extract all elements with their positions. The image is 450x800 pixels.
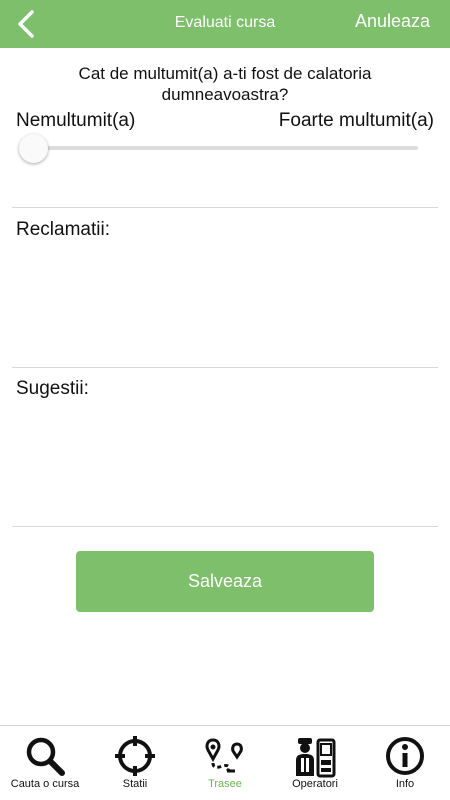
- cancel-button[interactable]: Anuleaza: [355, 11, 430, 32]
- operator-icon: [296, 738, 336, 778]
- complaints-label: Reclamatii:: [16, 219, 110, 240]
- bottom-nav: Cauta o cursa Statii Trasee Operatori In…: [0, 725, 450, 800]
- satisfaction-slider-track[interactable]: [34, 146, 418, 150]
- slider-min-label: Nemultumit(a): [16, 110, 136, 131]
- search-icon: [26, 737, 65, 776]
- crosshair-icon: [115, 736, 155, 776]
- nav-label: Trasee: [208, 778, 242, 790]
- route-icon: [205, 738, 243, 773]
- suggestions-label: Sugestii:: [16, 378, 89, 399]
- complaints-input[interactable]: [14, 247, 436, 362]
- nav-item-routes[interactable]: Trasee: [180, 726, 270, 800]
- nav-label: Operatori: [292, 778, 338, 790]
- nav-item-info[interactable]: Info: [360, 726, 450, 800]
- nav-item-operators[interactable]: Operatori: [270, 726, 360, 800]
- nav-item-stations[interactable]: Statii: [90, 726, 180, 800]
- divider: [12, 207, 438, 208]
- top-bar: Evaluati cursa Anuleaza: [0, 0, 450, 48]
- divider: [12, 367, 438, 368]
- nav-label: Info: [395, 778, 415, 790]
- nav-label: Cauta o cursa: [10, 778, 80, 790]
- info-icon: [386, 737, 424, 775]
- save-button[interactable]: Salveaza: [76, 551, 374, 612]
- divider: [12, 526, 438, 527]
- nav-item-search[interactable]: Cauta o cursa: [0, 726, 90, 800]
- suggestions-input[interactable]: [14, 406, 436, 521]
- nav-label: Statii: [122, 778, 148, 790]
- satisfaction-slider-thumb[interactable]: [19, 134, 48, 163]
- rating-question: Cat de multumit(a) a-ti fost de calatori…: [78, 64, 372, 104]
- slider-max-label: Foarte multumit(a): [278, 110, 434, 131]
